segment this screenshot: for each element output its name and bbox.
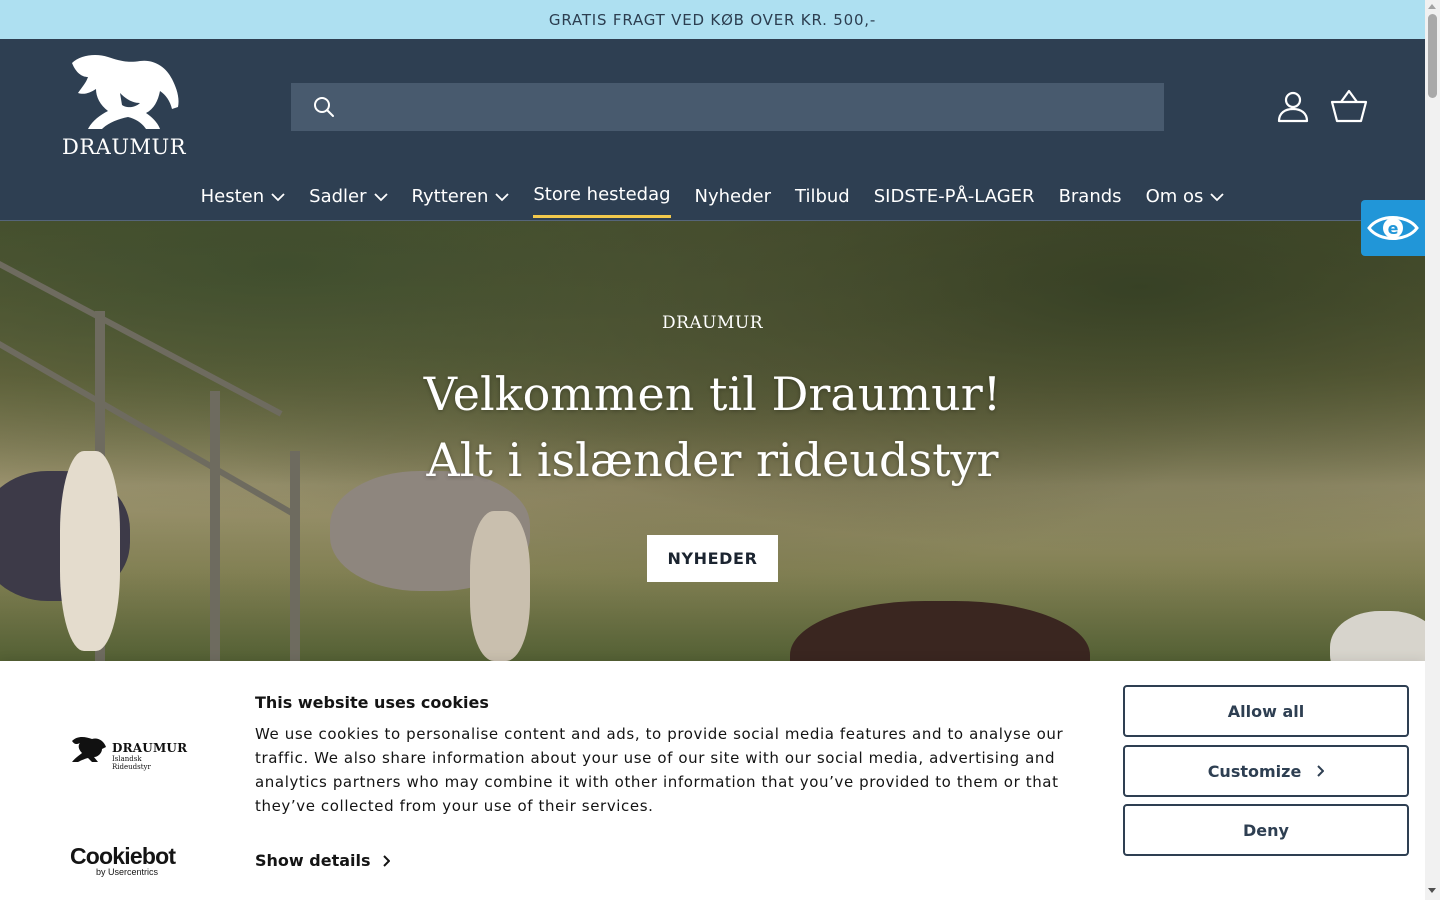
horse-decoration — [470, 511, 530, 661]
nav-label: Brands — [1058, 186, 1122, 207]
show-details-link[interactable]: Show details — [255, 851, 390, 870]
nav-label: Nyheder — [694, 186, 772, 207]
horse-logo-icon — [72, 55, 179, 129]
chevron-down-icon — [1210, 193, 1225, 202]
cookie-title: This website uses cookies — [255, 693, 489, 712]
cookiebot-logo: Cookiebot by Usercentrics — [70, 843, 190, 878]
chevron-down-icon — [373, 193, 388, 202]
eye-accessibility-icon: e — [1367, 216, 1419, 240]
cookie-description: We use cookies to personalise content an… — [255, 725, 1064, 815]
search-input[interactable] — [351, 83, 1151, 131]
nav-item-tilbud[interactable]: Tilbud — [783, 180, 862, 220]
announcement-bar: GRATIS FRAGT VED KØB OVER KR. 500,- — [0, 0, 1425, 39]
nav-item-om-os[interactable]: Om os — [1134, 180, 1237, 220]
nav-item-rytteren[interactable]: Rytteren — [400, 180, 522, 220]
nav-item-store-hestedag[interactable]: Store hestedag — [521, 180, 682, 220]
allow-all-label: Allow all — [1227, 701, 1305, 721]
customize-button[interactable]: Customize — [1123, 745, 1409, 797]
scroll-up-arrow-icon[interactable] — [1428, 4, 1436, 9]
nav-label: SIDSTE-PÅ-LAGER — [873, 186, 1035, 207]
cookie-logo-subtext: Islandsk Rideudstyr — [112, 755, 151, 771]
nav-label: Hesten — [200, 186, 265, 207]
nav-item-nyheder[interactable]: Nyheder — [683, 180, 784, 220]
nav-label: Sadler — [309, 186, 367, 207]
cookie-logo-text: DRAUMUR — [112, 741, 188, 755]
horse-decoration — [790, 601, 1090, 661]
scroll-down-arrow-icon[interactable] — [1428, 888, 1436, 893]
nav-item-sidste-paa-lager[interactable]: SIDSTE-PÅ-LAGER — [862, 180, 1047, 220]
scrollbar-thumb[interactable] — [1428, 14, 1437, 98]
chevron-down-icon — [495, 193, 509, 202]
accessibility-button[interactable]: e — [1361, 200, 1425, 256]
nav-label: Rytteren — [411, 186, 489, 207]
nav-item-brands[interactable]: Brands — [1047, 180, 1134, 220]
cookiebot-byline: by Usercentrics — [96, 867, 159, 877]
nyheder-button[interactable]: NYHEDER — [647, 535, 778, 582]
customize-label: Customize — [1207, 761, 1302, 781]
logo-text: DRAUMUR — [62, 135, 187, 159]
account-icon[interactable] — [1276, 89, 1310, 123]
chevron-right-icon — [1317, 765, 1325, 777]
nav-item-sadler[interactable]: Sadler — [297, 180, 399, 220]
nav-label: Om os — [1145, 186, 1204, 207]
hero-banner: DRAUMUR Velkommen til Draumur! Alt i isl… — [0, 221, 1425, 661]
cookiebot-wordmark: Cookiebot — [70, 843, 176, 869]
allow-all-button[interactable]: Allow all — [1123, 685, 1409, 737]
main-navigation: Hesten Sadler Rytteren Store hestedag Ny… — [0, 180, 1425, 220]
search-icon[interactable] — [313, 96, 335, 118]
hero-title: Velkommen til Draumur! Alt i islænder ri… — [0, 361, 1425, 493]
hero-title-line-2: Alt i islænder rideudstyr — [426, 433, 999, 487]
vertical-scrollbar[interactable] — [1425, 0, 1440, 900]
horse-decoration — [1330, 611, 1425, 661]
search-bar[interactable] — [291, 83, 1164, 131]
chevron-right-icon — [382, 854, 390, 867]
nav-item-hesten[interactable]: Hesten — [189, 180, 298, 220]
nav-label: Store hestedag — [533, 184, 671, 205]
cookie-banner-logo: DRAUMUR Islandsk Rideudstyr — [70, 735, 187, 771]
cookie-banner: DRAUMUR Islandsk Rideudstyr Cookiebot by… — [0, 661, 1425, 900]
deny-button[interactable]: Deny — [1123, 804, 1409, 856]
svg-text:e: e — [1388, 219, 1399, 238]
nav-label: Tilbud — [795, 186, 850, 207]
basket-icon[interactable] — [1330, 89, 1368, 123]
site-header: DRAUMUR Hesten Sadler Rytteren Store hes… — [0, 39, 1425, 221]
horse-logo-icon — [72, 737, 106, 762]
draumur-logo[interactable]: DRAUMUR — [62, 53, 186, 161]
chevron-down-icon — [271, 193, 285, 202]
hero-subtitle: DRAUMUR — [661, 313, 764, 333]
announcement-text: GRATIS FRAGT VED KØB OVER KR. 500,- — [548, 10, 877, 29]
show-details-label: Show details — [255, 851, 371, 870]
deny-label: Deny — [1243, 820, 1289, 840]
hero-title-line-1: Velkommen til Draumur! — [423, 367, 1002, 421]
